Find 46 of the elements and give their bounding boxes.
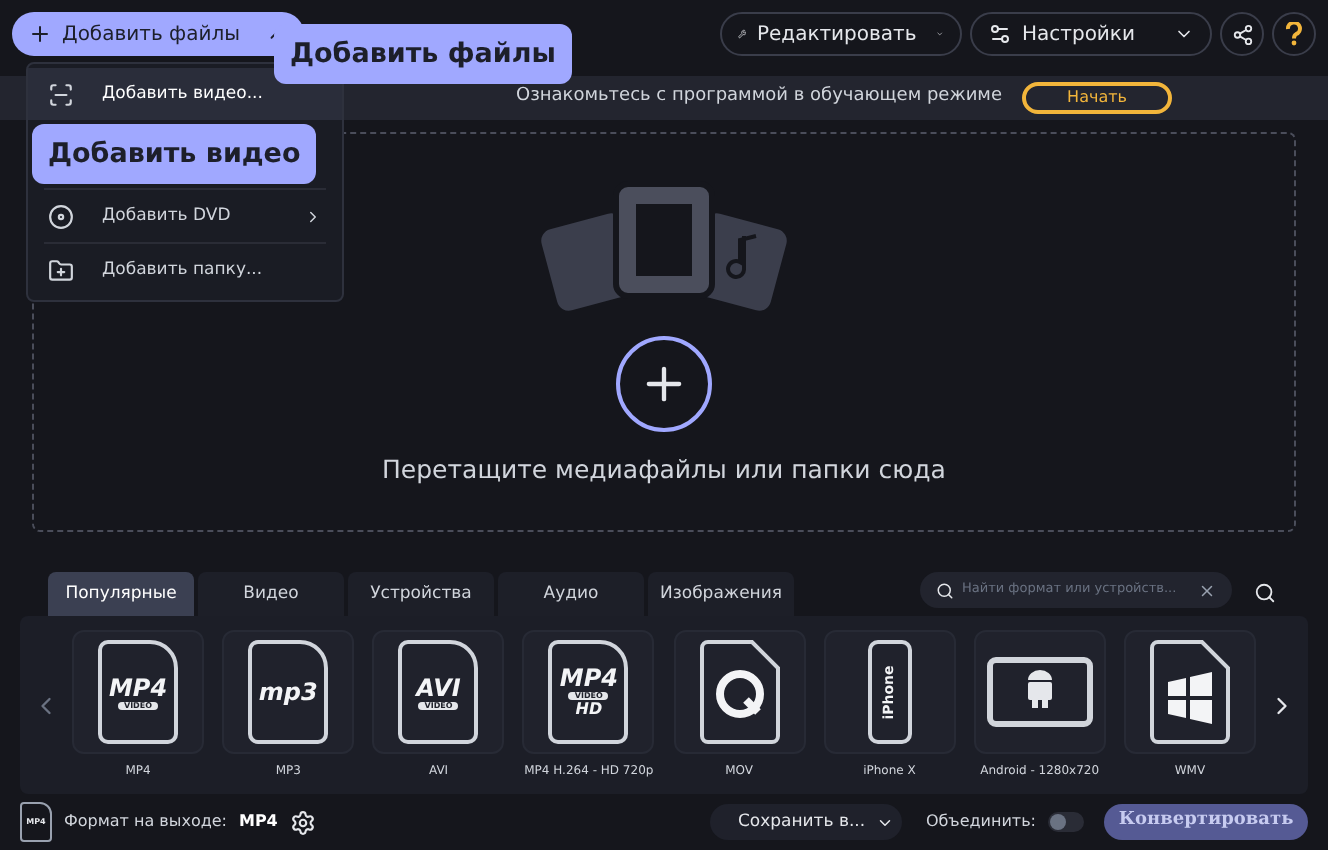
format-tile[interactable] <box>973 630 1106 754</box>
tooltip-callout: Добавить файлы <box>274 24 572 85</box>
disc-icon <box>48 203 74 229</box>
menu-item[interactable]: Добавить видео... <box>28 68 342 120</box>
info-text: Ознакомьтесь с программой в обучающем режиме <box>515 84 1003 111</box>
clear-icon <box>1198 581 1216 599</box>
format-logo-text: mp3 <box>258 680 318 704</box>
format-tile[interactable]: mp3 <box>222 630 355 754</box>
format-logo-text: MP4 <box>108 675 168 699</box>
format-logo-subtext: HD <box>575 702 603 718</box>
format-tile[interactable] <box>673 630 806 754</box>
menu-item[interactable]: Добавить папку... <box>28 244 342 296</box>
output-format-label: Формат на выходе: <box>64 810 227 834</box>
plus-icon <box>28 22 52 46</box>
category-tab[interactable]: Устройства <box>348 572 494 616</box>
merge-label: Объединить: <box>925 810 1036 834</box>
format-logo-text: AVI <box>416 675 461 699</box>
start-button[interactable]: Начать <box>1022 82 1173 114</box>
convert-button[interactable]: Конвертировать <box>1104 804 1308 840</box>
category-tab[interactable]: Популярные <box>48 572 194 616</box>
search-icon <box>936 581 954 599</box>
windows-file-icon <box>1147 638 1232 746</box>
settings-button[interactable]: Настройки <box>970 12 1212 56</box>
document-search-icon <box>1253 581 1275 603</box>
category-tab[interactable]: Видео <box>198 572 344 616</box>
edit-button[interactable]: Редактировать <box>720 12 962 56</box>
menu-item[interactable]: Добавить DVD <box>28 190 342 242</box>
format-logo-text: MP4 <box>559 666 618 690</box>
category-tab[interactable]: Изображения <box>648 572 794 616</box>
add-circle-button[interactable] <box>616 335 712 432</box>
folder-icon <box>48 257 74 283</box>
quicktime-file-icon <box>697 638 782 746</box>
android-tablet-icon <box>985 656 1094 728</box>
category-tab[interactable]: Аудио <box>498 572 644 616</box>
share-icon <box>1231 23 1253 45</box>
tooltip-callout: Добавить видео <box>32 124 317 185</box>
drop-hint: Перетащите медиафайлы или папки сюда <box>382 451 946 488</box>
sliders-icon <box>988 22 1012 46</box>
question-mark-icon <box>1286 22 1302 46</box>
share-button[interactable] <box>1220 12 1264 56</box>
settings-icon[interactable] <box>289 809 316 835</box>
merge-toggle[interactable] <box>1048 812 1084 832</box>
format-tile[interactable] <box>1123 630 1256 754</box>
save-to-button[interactable]: Сохранить в... <box>709 804 902 840</box>
help-button[interactable] <box>1272 12 1316 56</box>
output-format-value: MP4 <box>238 810 278 834</box>
